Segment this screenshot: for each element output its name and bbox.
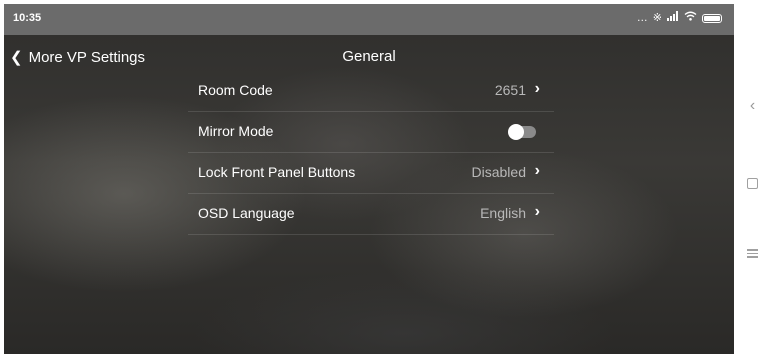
nav-home-button[interactable]	[734, 176, 771, 194]
app-screen: 10:35 … ※ ❮ More VP Settings General Roo…	[4, 4, 734, 354]
signal-icon	[667, 11, 679, 25]
setting-osd-language[interactable]: OSD Language English ›	[188, 194, 554, 235]
nav-menu-button[interactable]	[734, 247, 771, 260]
back-button-label: More VP Settings	[28, 48, 146, 66]
chevron-left-icon: ❮	[10, 49, 23, 66]
chevron-right-icon: ›	[534, 203, 540, 220]
menu-lines-icon	[734, 249, 771, 258]
battery-icon	[702, 13, 722, 23]
chevron-right-icon: ›	[534, 162, 540, 179]
home-square-icon	[747, 178, 758, 189]
bluetooth-icon: ※	[652, 12, 662, 24]
settings-list: Room Code 2651 › Mirror Mode Lock Front …	[188, 71, 554, 235]
setting-label: Lock Front Panel Buttons	[198, 164, 356, 180]
back-button[interactable]: ❮ More VP Settings	[10, 48, 146, 67]
setting-lock-front-panel[interactable]: Lock Front Panel Buttons Disabled ›	[188, 153, 554, 194]
status-icons: … ※	[637, 11, 722, 25]
setting-label: Room Code	[198, 82, 273, 98]
device-frame: 10:35 … ※ ❮ More VP Settings General Roo…	[0, 0, 771, 359]
dots-icon: …	[636, 12, 648, 24]
status-bar: 10:35 … ※	[4, 4, 734, 35]
setting-room-code[interactable]: Room Code 2651 ›	[188, 71, 554, 112]
mirror-mode-toggle[interactable]	[508, 124, 536, 140]
setting-value: English	[480, 205, 526, 221]
system-nav-bar: ‹	[734, 0, 771, 359]
setting-mirror-mode: Mirror Mode	[188, 112, 554, 153]
chevron-left-icon: ‹	[749, 97, 756, 114]
status-time: 10:35	[13, 12, 42, 24]
setting-label: OSD Language	[198, 205, 295, 221]
toggle-knob	[508, 124, 524, 140]
setting-label: Mirror Mode	[198, 123, 274, 139]
page-title: General	[342, 48, 396, 65]
wifi-icon	[684, 11, 697, 25]
setting-value: Disabled	[471, 164, 526, 180]
nav-back-button[interactable]: ‹	[734, 97, 771, 115]
chevron-right-icon: ›	[534, 80, 540, 97]
setting-value: 2651	[494, 82, 526, 98]
